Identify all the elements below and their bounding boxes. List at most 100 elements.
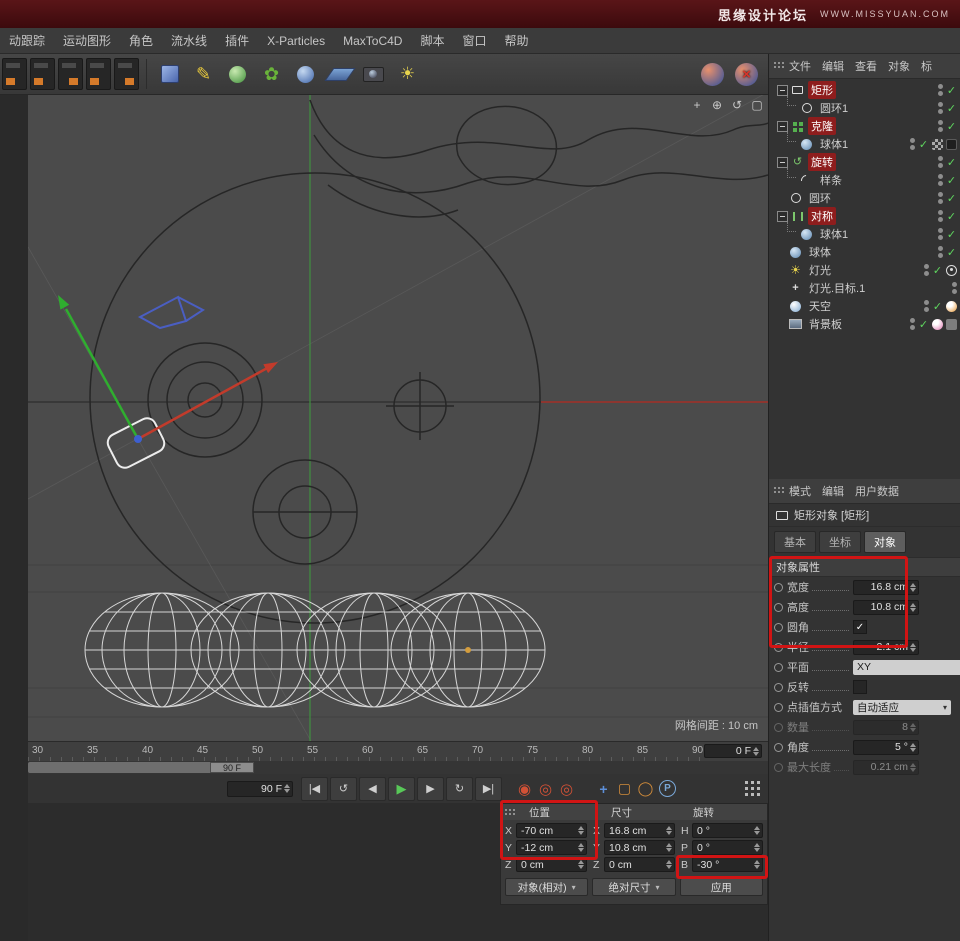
expander-icon[interactable] [777, 157, 788, 168]
goto-start-button[interactable]: |◀ [301, 777, 328, 801]
am-menu-mode[interactable]: 模式 [789, 483, 811, 499]
timeline-powerslider[interactable]: 90 F [28, 761, 768, 774]
object-row-lathe[interactable]: ↺ 旋转 ✓ [769, 153, 960, 171]
autokey-icon[interactable]: ◎ [535, 780, 556, 798]
record-keyframe-icon[interactable]: ◉ [514, 780, 535, 798]
timeline-palette-icon-3[interactable] [58, 58, 83, 90]
enable-check-icon[interactable]: ✓ [946, 210, 957, 223]
object-row-cloner[interactable]: 克隆 ✓ [769, 117, 960, 135]
sky-texture-tag-icon[interactable] [946, 301, 957, 312]
object-row-rectangle[interactable]: 矩形 ✓ [769, 81, 960, 99]
enable-check-icon[interactable]: ✓ [918, 138, 929, 151]
object-row-light-target[interactable]: + 灯光.目标.1 [769, 279, 960, 297]
timeline-palette-icon-2[interactable] [30, 58, 55, 90]
menu-character[interactable]: 角色 [120, 28, 162, 54]
expander-icon[interactable] [777, 121, 788, 132]
generator-sphere-icon[interactable] [222, 58, 253, 91]
keyframe-dot-icon[interactable] [774, 623, 783, 632]
visibility-dots[interactable] [938, 174, 943, 186]
point-level-animation-icon[interactable] [745, 781, 748, 784]
menu-help[interactable]: 帮助 [495, 28, 537, 54]
timeline-palette-icon-4[interactable] [86, 58, 111, 90]
width-field[interactable]: 16.8 cm [853, 580, 919, 595]
record-position-icon[interactable]: + [593, 781, 614, 797]
visibility-dots[interactable] [924, 264, 929, 276]
angle-field[interactable]: 5 ° [853, 740, 919, 755]
menu-xparticles[interactable]: X-Particles [258, 28, 334, 54]
om-menu-edit[interactable]: 编辑 [822, 58, 844, 74]
record-parameter-icon[interactable]: P [659, 780, 676, 797]
tab-object[interactable]: 对象 [864, 531, 906, 553]
goto-end-button[interactable]: ▶| [475, 777, 502, 801]
enable-check-icon[interactable]: ✓ [946, 102, 957, 115]
menu-script[interactable]: 脚本 [411, 28, 453, 54]
panel-grip-icon[interactable] [774, 62, 776, 64]
rotation-b-field[interactable]: -30 ° [692, 857, 763, 872]
om-menu-view[interactable]: 查看 [855, 58, 877, 74]
cube-primitive-icon[interactable] [154, 58, 185, 91]
enable-check-icon[interactable]: ✓ [946, 228, 957, 241]
record-scale-icon[interactable]: ▢ [614, 780, 635, 797]
visibility-dots[interactable] [938, 192, 943, 204]
next-key-button[interactable]: ↻ [446, 777, 473, 801]
render-view-icon[interactable] [697, 58, 728, 91]
plane-dropdown[interactable]: XY▾ [853, 660, 960, 675]
om-menu-file[interactable]: 文件 [789, 58, 811, 74]
menu-maxtoc4d[interactable]: MaxToC4D [334, 28, 411, 54]
visibility-dots[interactable] [938, 156, 943, 168]
apply-button[interactable]: 应用 [680, 878, 763, 896]
size-z-field[interactable]: 0 cm [604, 857, 675, 872]
keyframe-dot-icon[interactable] [774, 663, 783, 672]
menu-pipeline[interactable]: 流水线 [162, 28, 216, 54]
visibility-dots[interactable] [910, 318, 915, 330]
material-tag-icon[interactable] [946, 139, 957, 150]
render-settings-icon[interactable]: × [731, 58, 762, 91]
spinner-arrows-icon[interactable] [284, 784, 290, 793]
spinner-arrows-icon[interactable] [753, 747, 759, 756]
menu-window[interactable]: 窗口 [453, 28, 495, 54]
object-row-background[interactable]: 背景板 ✓ [769, 315, 960, 333]
object-row-circle[interactable]: 圆环 ✓ [769, 189, 960, 207]
visibility-dots[interactable] [938, 210, 943, 222]
timeline-ruler[interactable]: 30 35 40 45 50 55 60 65 70 75 80 85 90 0… [28, 741, 768, 761]
end-frame-field[interactable]: 0 F [704, 744, 762, 758]
object-row-sky[interactable]: 天空 ✓ [769, 297, 960, 315]
visibility-dots[interactable] [924, 300, 929, 312]
keyframe-dot-icon[interactable] [774, 583, 783, 592]
size-y-field[interactable]: 10.8 cm [604, 840, 675, 855]
coord-mode-dropdown[interactable]: 对象(相对)▾ [505, 878, 588, 896]
am-menu-edit[interactable]: 编辑 [822, 483, 844, 499]
compositing-tag-icon[interactable] [946, 319, 957, 330]
pen-spline-icon[interactable]: ✎ [188, 58, 219, 91]
object-row-circle1[interactable]: 圆环1 ✓ [769, 99, 960, 117]
texture-tag-icon[interactable] [932, 139, 943, 150]
menu-mograph[interactable]: 运动图形 [54, 28, 120, 54]
viewport[interactable]: + ⊕ ↺ ▢ 网格间距 : 10 cm [28, 95, 768, 741]
viewport-canvas[interactable] [28, 95, 768, 741]
floor-environment-icon[interactable] [324, 58, 355, 91]
current-frame-field[interactable]: 90 F [227, 781, 293, 797]
viewport-zoom-icon[interactable]: ⊕ [710, 98, 724, 112]
keyframe-dot-icon[interactable] [774, 683, 783, 692]
enable-check-icon[interactable]: ✓ [932, 300, 943, 313]
panel-grip-icon[interactable] [774, 487, 776, 489]
keyframe-dot-icon[interactable] [774, 743, 783, 752]
enable-check-icon[interactable]: ✓ [946, 174, 957, 187]
expander-icon[interactable] [777, 85, 788, 96]
height-field[interactable]: 10.8 cm [853, 600, 919, 615]
record-rotation-icon[interactable]: ◯ [635, 780, 656, 797]
rotation-p-field[interactable]: 0 ° [692, 840, 763, 855]
radius-field[interactable]: 2.1 cm [853, 640, 919, 655]
viewport-maximize-icon[interactable]: ▢ [750, 98, 764, 112]
visibility-dots[interactable] [952, 282, 957, 294]
enable-check-icon[interactable]: ✓ [932, 264, 943, 277]
om-menu-tags[interactable]: 标 [921, 58, 932, 74]
visibility-dots[interactable] [910, 138, 915, 150]
am-menu-userdata[interactable]: 用户数据 [855, 483, 899, 499]
enable-check-icon[interactable]: ✓ [946, 120, 957, 133]
visibility-dots[interactable] [938, 84, 943, 96]
tab-basic[interactable]: 基本 [774, 531, 816, 553]
object-row-spline[interactable]: 样条 ✓ [769, 171, 960, 189]
timeline-palette-icon-1[interactable] [2, 58, 27, 90]
position-y-field[interactable]: -12 cm [516, 840, 587, 855]
